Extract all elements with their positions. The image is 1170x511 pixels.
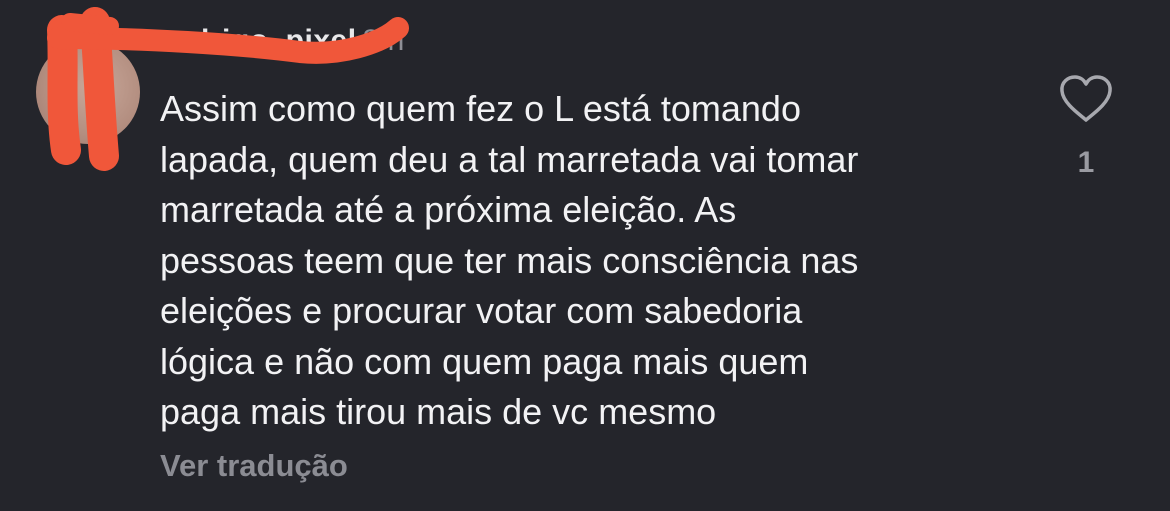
comment-header: rodrigo_pixel 8 h <box>160 24 404 74</box>
comment-text: Assim como quem fez o L está tomando lap… <box>160 88 859 432</box>
heart-outline-icon <box>1060 75 1112 122</box>
timestamp: 8 h <box>362 24 405 57</box>
avatar[interactable] <box>36 40 140 144</box>
comment: rodrigo_pixel 8 h Assim como quem fez o … <box>0 0 1170 511</box>
see-translation-link[interactable]: Ver tradução <box>160 448 348 484</box>
like-button[interactable] <box>1058 74 1114 124</box>
like-count: 1 <box>1077 146 1095 179</box>
username[interactable]: rodrigo_pixel <box>160 24 357 58</box>
